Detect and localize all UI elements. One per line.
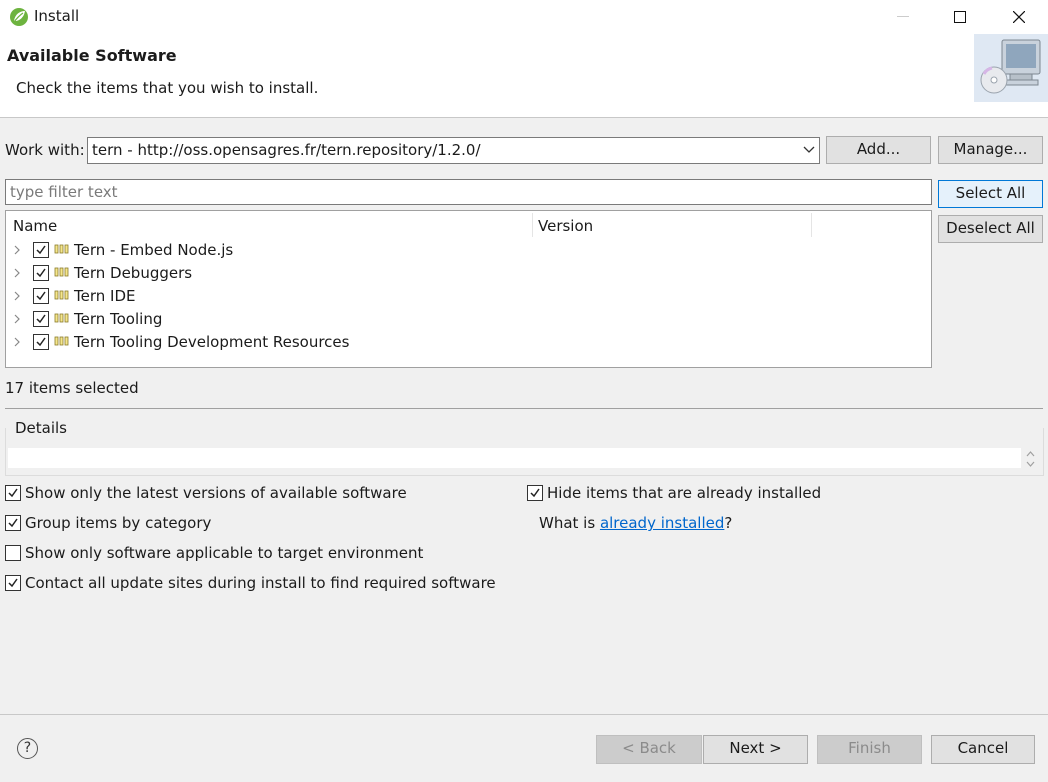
software-tree[interactable]: Name Version Tern - Embed Node.js Tern D… — [5, 210, 932, 368]
tree-row[interactable]: Tern Tooling Development Resources — [6, 331, 931, 354]
target-environment-checkbox[interactable] — [5, 545, 21, 561]
tree-row[interactable]: Tern Debuggers — [6, 262, 931, 285]
column-header-name[interactable]: Name — [13, 217, 57, 235]
title-bar: Install — [0, 0, 1048, 34]
spring-leaf-icon — [10, 8, 28, 26]
tree-row-label: Tern Tooling — [74, 310, 163, 328]
deselect-all-button[interactable]: Deselect All — [938, 215, 1043, 243]
column-divider — [811, 213, 812, 237]
chevron-down-icon — [803, 146, 815, 153]
tree-header: Name Version — [6, 211, 931, 239]
already-installed-text: What is already installed? — [539, 514, 732, 532]
tree-row[interactable]: Tern Tooling — [6, 308, 931, 331]
page-description: Check the items that you wish to install… — [16, 79, 319, 97]
tree-row-checkbox[interactable] — [33, 288, 49, 304]
feature-group-icon — [54, 336, 69, 346]
checkmark-icon — [36, 291, 46, 301]
tree-row-checkbox[interactable] — [33, 311, 49, 327]
tree-row[interactable]: Tern IDE — [6, 285, 931, 308]
checkmark-icon — [36, 245, 46, 255]
feature-group-icon — [54, 290, 69, 300]
checkmark-icon — [36, 314, 46, 324]
manage-button[interactable]: Manage... — [938, 136, 1043, 164]
tree-row-label: Tern IDE — [74, 287, 136, 305]
checkmark-icon — [8, 488, 18, 498]
feature-group-icon — [54, 313, 69, 323]
latest-versions-label: Show only the latest versions of availab… — [25, 484, 407, 502]
column-header-version[interactable]: Version — [538, 217, 593, 235]
target-environment-label: Show only software applicable to target … — [25, 544, 424, 562]
wizard-header: Available Software Check the items that … — [0, 34, 1048, 118]
select-all-button[interactable]: Select All — [938, 180, 1043, 208]
column-divider — [532, 213, 533, 237]
chevron-right-icon[interactable] — [14, 268, 21, 278]
minimize-button[interactable] — [874, 0, 932, 34]
checkmark-icon — [8, 578, 18, 588]
tree-row-label: Tern Debuggers — [74, 264, 193, 282]
maximize-icon — [954, 11, 966, 23]
back-button[interactable]: < Back — [596, 735, 702, 764]
work-with-label: Work with: — [5, 141, 85, 159]
checkmark-icon — [530, 488, 540, 498]
details-text-area[interactable] — [8, 448, 1021, 468]
group-by-category-checkbox[interactable] — [5, 515, 21, 531]
help-icon[interactable]: ? — [17, 738, 38, 759]
next-button[interactable]: Next > — [703, 735, 808, 764]
work-with-value: tern - http://oss.opensagres.fr/tern.rep… — [92, 141, 481, 159]
details-label: Details — [14, 419, 69, 437]
hide-installed-label: Hide items that are already installed — [547, 484, 822, 502]
feature-group-icon — [54, 244, 69, 254]
selection-count: 17 items selected — [5, 379, 139, 397]
group-by-category-label: Group items by category — [25, 514, 212, 532]
finish-button[interactable]: Finish — [817, 735, 922, 764]
tree-row[interactable]: Tern - Embed Node.js — [6, 239, 931, 262]
work-with-combo[interactable]: tern - http://oss.opensagres.fr/tern.rep… — [87, 137, 820, 164]
already-installed-link[interactable]: already installed — [600, 514, 724, 532]
window-title: Install — [34, 7, 80, 25]
footer-divider — [0, 714, 1048, 715]
contact-update-sites-checkbox[interactable] — [5, 575, 21, 591]
latest-versions-checkbox[interactable] — [5, 485, 21, 501]
scroll-arrows-icon[interactable] — [1024, 448, 1037, 470]
chevron-right-icon[interactable] — [14, 291, 21, 301]
checkmark-icon — [8, 518, 18, 528]
filter-input[interactable]: type filter text — [5, 179, 932, 205]
what-is-prefix: What is — [539, 514, 600, 532]
chevron-right-icon[interactable] — [14, 337, 21, 347]
cancel-button[interactable]: Cancel — [931, 735, 1035, 764]
close-button[interactable] — [990, 0, 1048, 34]
chevron-right-icon[interactable] — [14, 245, 21, 255]
checkmark-icon — [36, 268, 46, 278]
page-title: Available Software — [7, 46, 177, 65]
tree-row-checkbox[interactable] — [33, 242, 49, 258]
filter-placeholder: type filter text — [10, 183, 118, 201]
minimize-icon — [897, 16, 909, 17]
tree-row-label: Tern - Embed Node.js — [74, 241, 234, 259]
monitor-cd-icon — [974, 34, 1048, 102]
tree-row-checkbox[interactable] — [33, 334, 49, 350]
add-button[interactable]: Add... — [826, 136, 931, 164]
close-icon — [1013, 11, 1025, 23]
tree-row-label: Tern Tooling Development Resources — [74, 333, 350, 351]
chevron-right-icon[interactable] — [14, 314, 21, 324]
contact-update-sites-label: Contact all update sites during install … — [25, 574, 496, 592]
maximize-button[interactable] — [931, 0, 989, 34]
what-is-suffix: ? — [724, 514, 733, 532]
checkmark-icon — [36, 337, 46, 347]
hide-installed-checkbox[interactable] — [527, 485, 543, 501]
divider — [5, 408, 1043, 409]
tree-row-checkbox[interactable] — [33, 265, 49, 281]
feature-group-icon — [54, 267, 69, 277]
